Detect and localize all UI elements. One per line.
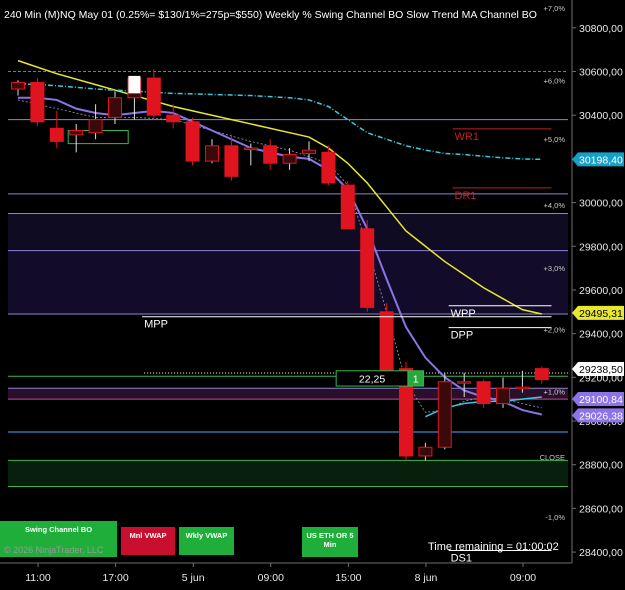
copyright: © 2026 NinjaTrader, LLC — [4, 545, 104, 555]
pivot-label: WPP — [451, 308, 476, 320]
candle-body — [321, 151, 336, 184]
price-tick-label: 29400,00 — [579, 329, 623, 341]
range-band — [8, 460, 568, 487]
us-eth-or-button[interactable]: US ETH OR 5 Min — [302, 527, 358, 557]
candle-body — [360, 228, 375, 308]
candle-body — [69, 130, 84, 136]
pivot-label: DPP — [451, 330, 474, 342]
range-band — [8, 213, 568, 251]
us-eth-or-label: US ETH OR 5 Min — [306, 531, 354, 549]
price-tick-label: 28800,00 — [579, 460, 623, 472]
candle-body — [49, 127, 64, 142]
percent-label: +6,0% — [544, 76, 566, 85]
percent-label: +5,0% — [544, 135, 566, 144]
time-tick-label: 15:00 — [335, 572, 361, 584]
candle-body — [476, 381, 491, 405]
candle-body — [108, 97, 122, 118]
mnl-vwap-button[interactable]: Mnl VWAP — [121, 527, 175, 555]
chart-canvas[interactable]: +7,0% +6,0% +5,0% +4,0% +3,0% +2,0% +1,0% CLOSE… — [0, 0, 625, 585]
time-tick-label: 11:00 — [25, 572, 51, 584]
candle-body — [340, 184, 355, 230]
percent-label: -1,0% — [545, 513, 565, 522]
signal-box-label: 22,25 — [359, 373, 385, 385]
candle-body — [515, 386, 530, 390]
price-tick-label: 30000,00 — [579, 198, 623, 210]
chart[interactable]: +7,0% +6,0% +5,0% +4,0% +3,0% +2,0% +1,0% CLOSE… — [0, 0, 625, 585]
price-tag-label: 30198,40 — [579, 154, 623, 166]
price-marker — [128, 75, 141, 94]
candle-body — [302, 149, 316, 154]
candle-body — [30, 81, 45, 123]
candle-body — [437, 381, 452, 448]
time-remaining: Time remaining = 01:00:02 — [428, 541, 559, 553]
candle-body — [146, 77, 161, 116]
time-tick-label: 5 jun — [182, 572, 205, 584]
candle-body — [379, 311, 394, 372]
percent-label: +7,0% — [544, 4, 566, 13]
pivot-label: DR1 — [455, 190, 477, 202]
price-tick-label: 30800,00 — [579, 23, 623, 35]
time-tick-label: 09:00 — [258, 572, 284, 584]
candle-body — [496, 387, 510, 405]
price-tag-label: 29238,50 — [579, 364, 623, 376]
candle-body — [282, 154, 297, 164]
candle-body — [224, 145, 239, 177]
time-tick-label: 17:00 — [102, 572, 128, 584]
pivot-label: MPP — [144, 319, 168, 331]
swing-channel-bo-label: Swing Channel BO — [24, 525, 93, 534]
percent-label: CLOSE — [540, 453, 565, 462]
price-tag-label: 29026,38 — [579, 410, 623, 422]
candle-body — [243, 147, 258, 150]
percent-label: +1,0% — [544, 388, 566, 397]
candle-body — [11, 81, 25, 90]
candle-body — [534, 368, 549, 381]
price-tick-label: 30400,00 — [579, 110, 623, 122]
candle-body — [166, 114, 181, 123]
range-band — [8, 250, 568, 314]
wkly-vwap-label: Wkly VWAP — [185, 531, 228, 540]
candle-body — [418, 446, 433, 457]
chart-title: 240 Min (M)NQ May 01 (0.25%= $130/1%=275… — [4, 9, 537, 21]
mnl-vwap-label: Mnl VWAP — [129, 531, 167, 540]
candle-body — [457, 381, 472, 384]
price-tick-label: 30600,00 — [579, 67, 623, 79]
percent-label: +4,0% — [544, 201, 566, 210]
price-tick-label: 29800,00 — [579, 241, 623, 253]
candle-body — [263, 145, 278, 164]
price-tag-label: 29495,31 — [579, 308, 623, 320]
price-tick-label: 29600,00 — [579, 285, 623, 297]
time-tick-label: 09:00 — [510, 572, 536, 584]
candle-body — [88, 119, 103, 134]
pivot-label: WR1 — [455, 131, 479, 143]
signal-box-label: 1 — [413, 373, 419, 385]
price-tick-label: 28600,00 — [579, 503, 623, 515]
price-tag-label: 29100,84 — [579, 394, 623, 406]
time-tick-label: 8 jun — [415, 572, 438, 584]
candle-body — [185, 121, 200, 162]
wkly-vwap-button[interactable]: Wkly VWAP — [179, 527, 234, 555]
candle-body — [205, 145, 219, 162]
percent-label: +3,0% — [544, 264, 566, 273]
price-tick-label: 28400,00 — [579, 547, 623, 559]
percent-label: +2,0% — [544, 325, 566, 334]
